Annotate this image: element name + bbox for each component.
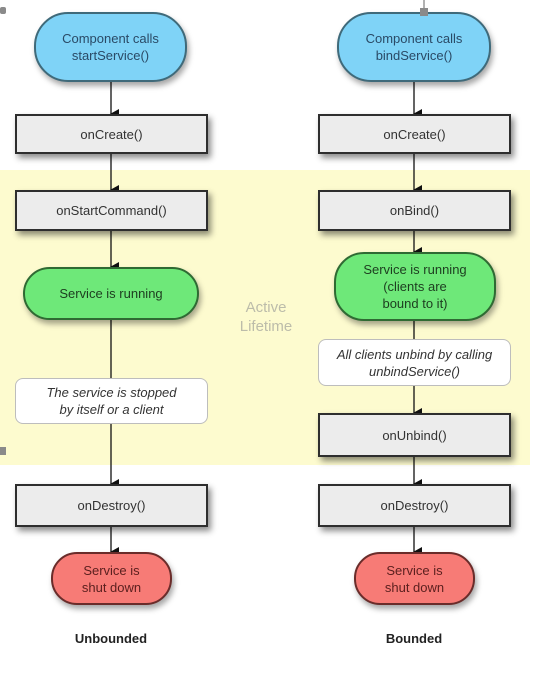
start-service-node: Component calls startService() xyxy=(34,12,187,82)
service-running-node-unbounded: Service is running xyxy=(23,267,199,320)
service-shutdown-node-unbounded: Service is shut down xyxy=(51,552,172,605)
on-bind-node: onBind() xyxy=(318,190,511,231)
on-destroy-node-unbounded: onDestroy() xyxy=(15,484,208,527)
handle-marker-top[interactable] xyxy=(420,8,428,16)
on-create-node-bounded: onCreate() xyxy=(318,114,511,154)
service-shutdown-node-bounded: Service is shut down xyxy=(354,552,475,605)
on-unbind-node: onUnbind() xyxy=(318,413,511,457)
bind-service-node: Component calls bindService() xyxy=(337,12,491,82)
handle-marker-left[interactable] xyxy=(0,447,6,455)
handle-marker-top-left[interactable] xyxy=(0,7,6,14)
on-start-command-node: onStartCommand() xyxy=(15,190,208,231)
service-stopped-note: The service is stopped by itself or a cl… xyxy=(15,378,208,424)
on-destroy-node-bounded: onDestroy() xyxy=(318,484,511,527)
clients-unbind-note: All clients unbind by calling unbindServ… xyxy=(318,339,511,386)
service-running-node-bounded: Service is running (clients are bound to… xyxy=(334,252,496,321)
on-create-node-unbounded: onCreate() xyxy=(15,114,208,154)
bounded-label: Bounded xyxy=(385,631,443,646)
unbounded-label: Unbounded xyxy=(74,631,148,646)
